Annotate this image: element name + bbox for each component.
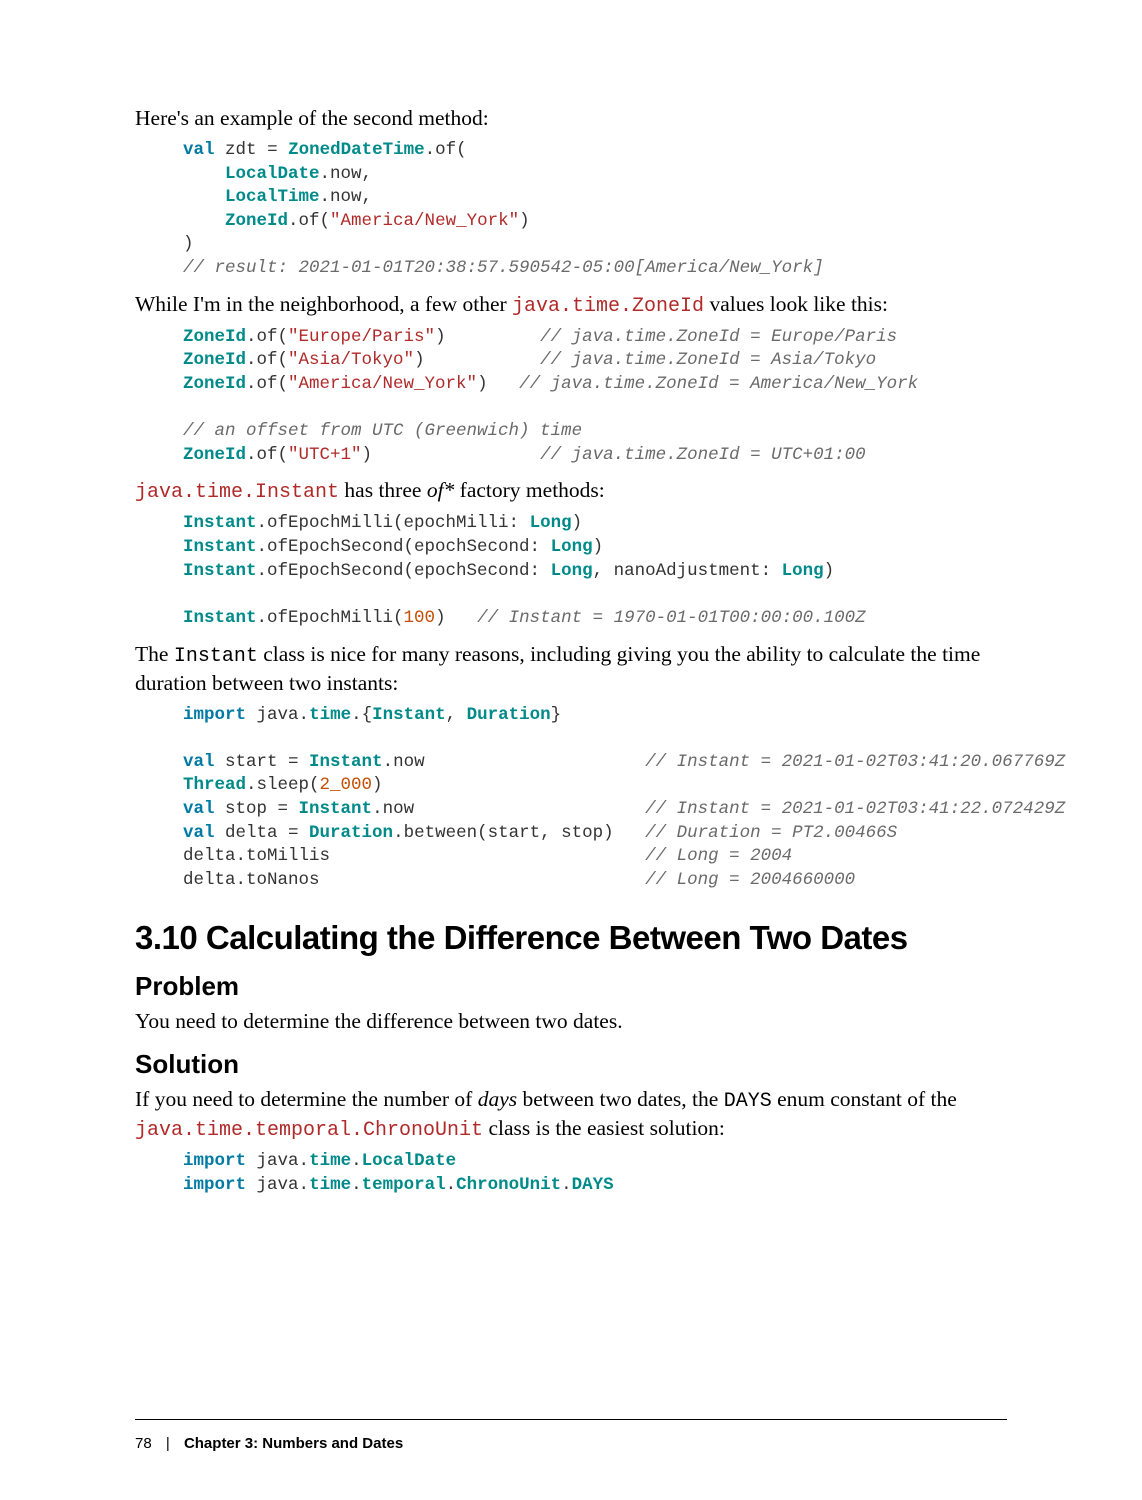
text: class is the easiest solution:	[483, 1116, 725, 1140]
text: While I'm in the neighborhood, a few oth…	[135, 292, 512, 316]
code-block-import-chrono: import java.time.LocalDate import java.t…	[183, 1150, 1007, 1197]
paragraph-intro: Here's an example of the second method:	[135, 105, 1007, 133]
page-number: 78	[135, 1435, 152, 1452]
paragraph-zoneid: While I'm in the neighborhood, a few oth…	[135, 291, 1007, 320]
italic-of: of*	[427, 478, 454, 502]
text: The	[135, 642, 174, 666]
inline-code-instant2: Instant	[174, 645, 258, 668]
inline-code-chronounit: java.time.temporal.ChronoUnit	[135, 1119, 483, 1142]
paragraph-instant-factory: java.time.Instant has three of* factory …	[135, 477, 1007, 506]
subheading-problem: Problem	[135, 971, 1007, 1002]
code-block-instant-factory: Instant.ofEpochMilli(epochMilli: Long) I…	[183, 512, 1007, 630]
subheading-solution: Solution	[135, 1049, 1007, 1080]
footer-rule	[135, 1419, 1007, 1420]
code-block-zoneid-examples: ZoneId.of("Europe/Paris") // java.time.Z…	[183, 326, 1007, 468]
section-heading: 3.10 Calculating the Difference Between …	[135, 919, 1007, 957]
inline-code-days: DAYS	[724, 1090, 772, 1113]
italic-days: days	[478, 1087, 517, 1111]
text: values look like this:	[704, 292, 888, 316]
page: Here's an example of the second method: …	[0, 0, 1142, 1500]
text: If you need to determine the number of	[135, 1087, 478, 1111]
paragraph-solution: If you need to determine the number of d…	[135, 1086, 1007, 1144]
text: between two dates, the	[517, 1087, 724, 1111]
inline-code-zoneid: java.time.ZoneId	[512, 295, 704, 318]
chapter-label: Chapter 3: Numbers and Dates	[184, 1435, 403, 1452]
text: class is nice for many reasons, includin…	[135, 642, 980, 695]
paragraph-instant-desc: The Instant class is nice for many reaso…	[135, 641, 1007, 698]
code-block-duration: import java.time.{Instant, Duration} val…	[183, 704, 1007, 893]
paragraph-problem: You need to determine the difference bet…	[135, 1008, 1007, 1036]
footer-separator: |	[166, 1435, 170, 1452]
text: has three	[339, 478, 427, 502]
text: factory methods:	[454, 478, 604, 502]
text: enum constant of the	[772, 1087, 957, 1111]
page-footer: 78 | Chapter 3: Numbers and Dates	[135, 1435, 403, 1452]
inline-code-instant: java.time.Instant	[135, 481, 339, 504]
code-block-zoneddatetime: val zdt = ZonedDateTime.of( LocalDate.no…	[183, 139, 1007, 281]
